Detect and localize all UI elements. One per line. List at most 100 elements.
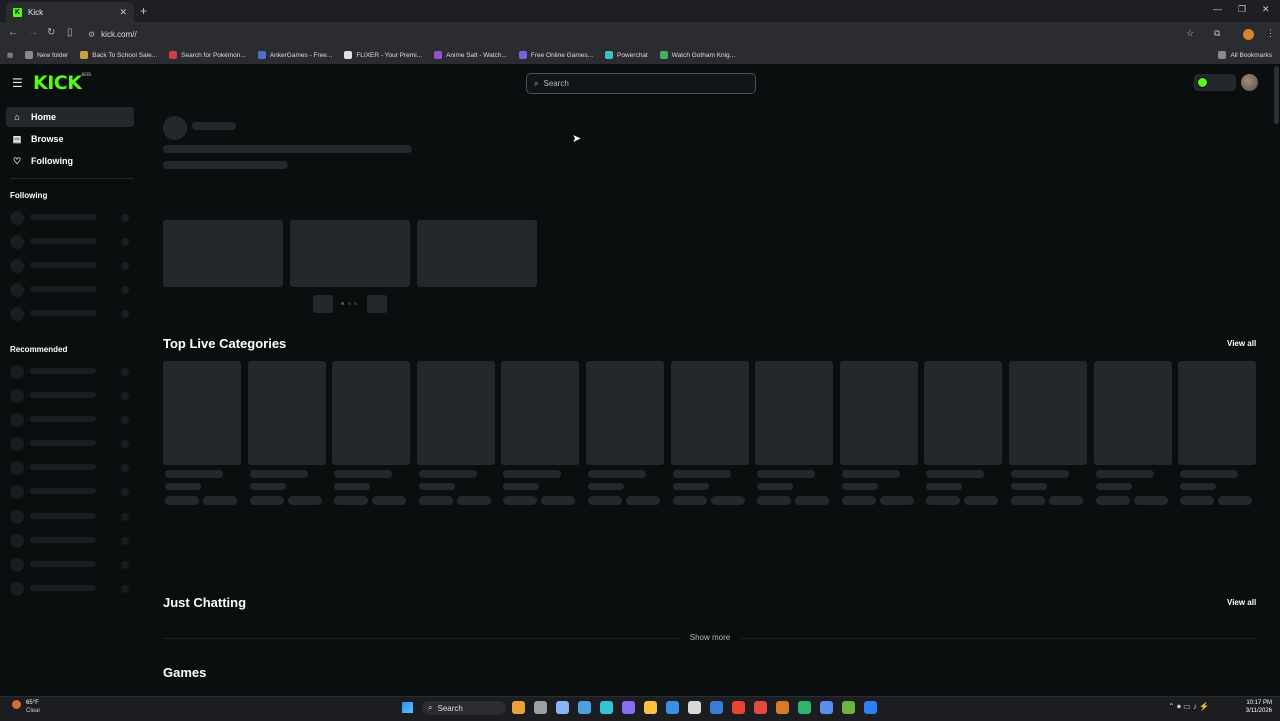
search-input[interactable]: ⌕ Search (526, 73, 756, 94)
menu-dots-icon[interactable]: ⋮ (1266, 28, 1275, 39)
category-tag-skeleton (165, 496, 199, 505)
taskbar-app-icon[interactable] (798, 701, 811, 714)
browser-tab[interactable]: K Kick ✕ (6, 2, 134, 22)
channel-name-skeleton (30, 286, 96, 292)
category-name-skeleton (1180, 470, 1239, 478)
view-all-just-chatting-link[interactable]: View all (1227, 598, 1256, 607)
category-tag-skeleton (841, 496, 876, 505)
bookmark-item[interactable]: Search for Pokémon... (169, 51, 246, 59)
taskbar-app-icon[interactable] (644, 701, 657, 714)
taskbar-app-icon[interactable] (578, 701, 591, 714)
bookmark-icon (257, 51, 266, 59)
reload-icon[interactable]: ↻ (47, 27, 55, 38)
taskbar-app-icon[interactable] (754, 701, 767, 714)
carousel-next-button[interactable] (367, 295, 387, 313)
sidebar-item-home[interactable]: ⌂ Home (6, 107, 134, 127)
taskbar-app-icon[interactable] (864, 701, 877, 714)
channel-avatar-skeleton (10, 461, 24, 475)
apps-grid-icon[interactable]: ▦ (7, 51, 13, 59)
bookmark-icon (434, 51, 443, 59)
channel-avatar-skeleton (10, 365, 24, 379)
viewer-count-skeleton (121, 262, 129, 270)
taskbar-app-icon[interactable] (666, 701, 679, 714)
close-tab-icon[interactable]: ✕ (119, 7, 127, 18)
taskbar-app-icon[interactable] (688, 701, 701, 714)
bookmark-item[interactable]: AnkerGames - Free... (257, 51, 332, 59)
sidebar-item-following[interactable]: ♡ Following (6, 151, 134, 171)
weather-icon[interactable] (12, 700, 21, 709)
channel-name-skeleton (30, 214, 96, 220)
carousel-dot[interactable] (348, 302, 351, 305)
channel-name-skeleton (30, 513, 96, 519)
folder-icon (1218, 51, 1227, 59)
split-view-icon[interactable]: ▯ (67, 27, 73, 38)
category-card-skeleton (670, 361, 749, 465)
taskbar-app-icon[interactable] (776, 701, 789, 714)
taskbar-app-icon[interactable] (820, 701, 833, 714)
user-avatar[interactable] (1241, 74, 1258, 91)
bookmark-item[interactable]: Powerchat (605, 51, 648, 59)
bookmark-item[interactable]: Free Online Games... (518, 51, 593, 59)
bookmark-item[interactable]: New folder (25, 51, 68, 59)
profile-avatar[interactable] (1243, 29, 1254, 40)
sidebar-item-browse[interactable]: ▤ Browse (6, 129, 134, 149)
bookmark-item[interactable]: Back To School Sale... (80, 51, 157, 59)
category-tag-skeleton (334, 496, 369, 505)
show-more-button[interactable]: Show more (680, 632, 740, 644)
taskbar-app-icon[interactable] (732, 701, 745, 714)
taskbar-search[interactable]: ⌕ Search (422, 701, 506, 715)
taskbar-app-icon[interactable] (622, 701, 635, 714)
address-bar[interactable]: ⚙ kick.com// (88, 26, 1208, 42)
category-name-skeleton (503, 470, 562, 478)
forward-icon[interactable]: → (28, 27, 38, 38)
category-tag-skeleton (964, 496, 999, 505)
search-icon: ⌕ (534, 78, 539, 88)
bookmark-star-icon[interactable]: ☆ (1186, 28, 1194, 39)
kick-logo[interactable]: KICKBETA (33, 72, 91, 94)
recommended-section-title: Recommended (10, 345, 68, 354)
carousel-dot[interactable] (341, 302, 344, 305)
taskbar-app-icon[interactable] (512, 701, 525, 714)
category-card-skeleton (1009, 361, 1087, 465)
close-window-icon[interactable]: ✕ (1262, 4, 1270, 15)
site-info-icon[interactable]: ⚙ (88, 30, 95, 39)
category-card-skeleton (501, 361, 580, 465)
system-tray-icons[interactable]: ⌃ ⏺ ▭ ♪ ⚡ (1168, 702, 1209, 712)
category-tag-skeleton (795, 496, 830, 505)
new-tab-icon[interactable]: + (140, 4, 147, 18)
taskbar-app-icon[interactable] (710, 701, 723, 714)
back-icon[interactable]: ← (8, 27, 18, 38)
minimize-icon[interactable]: — (1213, 4, 1222, 14)
taskbar-app-icon[interactable] (534, 701, 547, 714)
bookmark-item[interactable]: Watch Gotham Knig... (659, 51, 735, 59)
taskbar-app-icon[interactable] (842, 701, 855, 714)
channel-name-skeleton (30, 488, 96, 494)
hamburger-menu-icon[interactable]: ☰ (12, 76, 23, 90)
viewer-count-skeleton (121, 238, 129, 246)
page-scrollbar[interactable] (1274, 66, 1279, 124)
viewer-count-skeleton (121, 537, 129, 545)
all-bookmarks[interactable]: All Bookmarks (1218, 51, 1272, 59)
category-card-skeleton (755, 361, 834, 465)
extensions-icon[interactable]: ⧉ (1214, 28, 1220, 39)
category-name-skeleton (1095, 470, 1154, 478)
taskbar-app-icon[interactable] (600, 701, 613, 714)
bookmarks-bar: ▦ New folder Back To School Sale... Sear… (0, 46, 1280, 65)
just-chatting-heading: Just Chatting (163, 595, 247, 610)
category-viewers-skeleton (926, 483, 963, 490)
restore-icon[interactable]: ❐ (1238, 4, 1246, 15)
viewer-count-skeleton (121, 440, 129, 448)
channel-avatar-skeleton (10, 510, 24, 524)
view-all-categories-link[interactable]: View all (1227, 339, 1256, 348)
windows-start-icon[interactable] (402, 702, 413, 713)
bookmark-icon (80, 51, 89, 59)
taskbar-app-icon[interactable] (556, 701, 569, 714)
viewer-count-skeleton (121, 488, 129, 496)
category-card-skeleton (163, 361, 241, 465)
bookmark-item[interactable]: FLIXER - Your Premi... (344, 51, 422, 59)
bookmark-item[interactable]: Anime Salt - Watch... (434, 51, 507, 59)
carousel-prev-button[interactable] (313, 295, 333, 313)
carousel-dot[interactable] (354, 302, 357, 305)
category-viewers-skeleton (757, 483, 794, 490)
channel-avatar-skeleton (10, 235, 24, 249)
